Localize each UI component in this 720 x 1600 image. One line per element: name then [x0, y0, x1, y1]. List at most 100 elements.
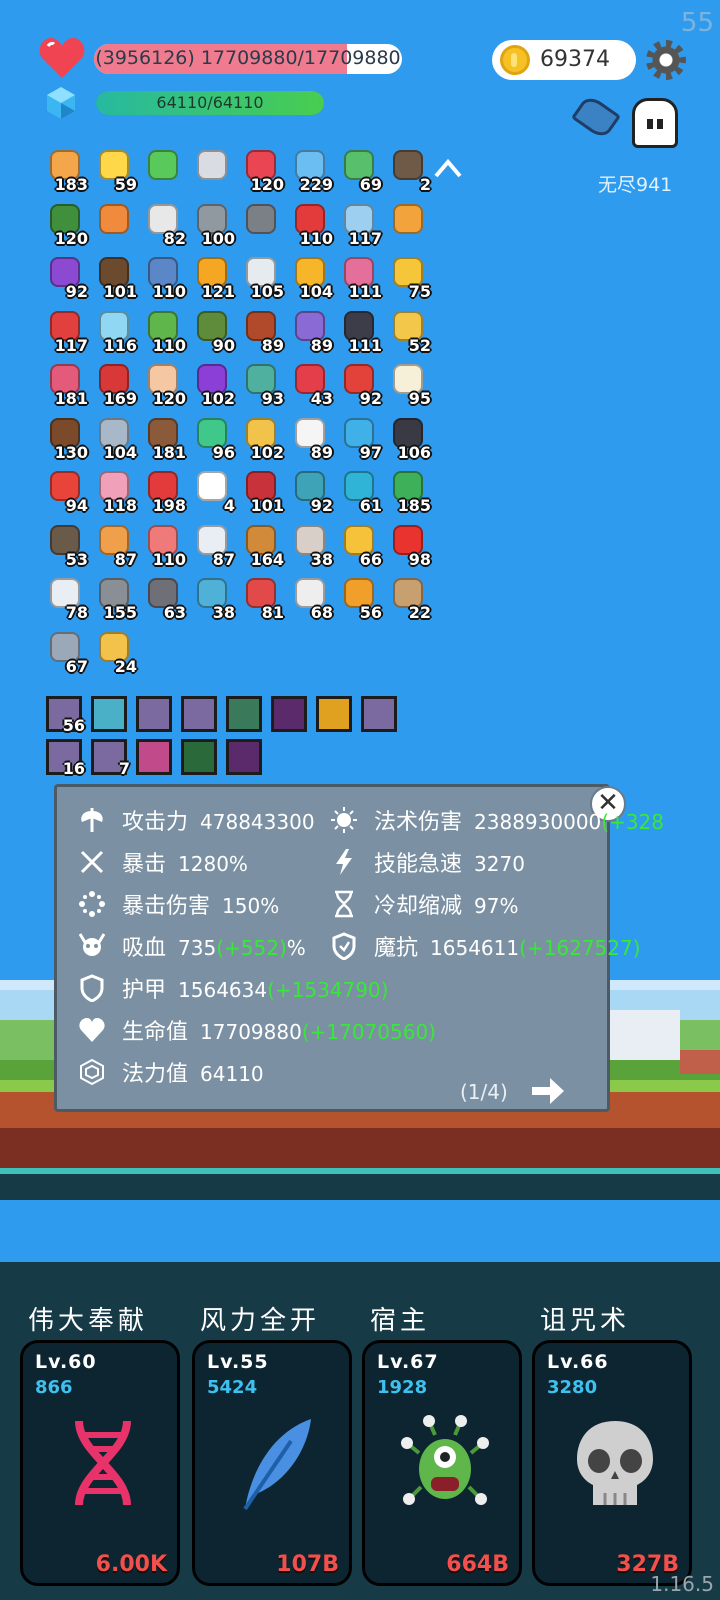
inventory-item[interactable]: 101	[91, 253, 137, 301]
equipment-slot[interactable]	[316, 696, 352, 732]
inventory-item[interactable]: 67	[42, 628, 88, 676]
inventory-item[interactable]: 106	[385, 414, 431, 462]
inventory-item[interactable]: 181	[140, 414, 186, 462]
inventory-item[interactable]: 78	[42, 574, 88, 622]
inventory-item[interactable]: 104	[91, 414, 137, 462]
inventory-item[interactable]: 4	[189, 467, 235, 515]
inventory-item[interactable]: 104	[287, 253, 333, 301]
inventory-item[interactable]: 117	[336, 200, 382, 248]
equipment-slot[interactable]	[226, 696, 262, 732]
inventory-item[interactable]: 52	[385, 307, 431, 355]
equipment-slot[interactable]: 7	[91, 739, 130, 778]
inventory-item[interactable]: 69	[336, 146, 382, 194]
inventory-item[interactable]: 68	[287, 574, 333, 622]
inventory-item[interactable]: 92	[42, 253, 88, 301]
inventory-item[interactable]: 164	[238, 521, 284, 569]
inventory-item[interactable]	[91, 200, 137, 248]
inventory-item[interactable]: 117	[42, 307, 88, 355]
inventory-item[interactable]: 169	[91, 360, 137, 408]
inventory-item[interactable]: 90	[189, 307, 235, 355]
inventory-item[interactable]: 22	[385, 574, 431, 622]
inventory-item[interactable]: 98	[385, 521, 431, 569]
skill-card[interactable]: Lv.67 1928 664B	[362, 1340, 522, 1586]
inventory-item[interactable]: 63	[140, 574, 186, 622]
equipment-slot[interactable]	[181, 739, 217, 775]
inventory-item[interactable]: 66	[336, 521, 382, 569]
equipment-slot[interactable]	[181, 696, 217, 732]
inventory-item[interactable]: 102	[238, 414, 284, 462]
inventory-item[interactable]: 38	[189, 574, 235, 622]
inventory-item[interactable]: 110	[287, 200, 333, 248]
inventory-item[interactable]: 96	[189, 414, 235, 462]
inventory-item[interactable]: 95	[385, 360, 431, 408]
inventory-item[interactable]	[238, 200, 284, 248]
inventory-item[interactable]: 87	[189, 521, 235, 569]
next-page-arrow-icon[interactable]	[530, 1076, 566, 1106]
inventory-item[interactable]: 82	[140, 200, 186, 248]
inventory-item[interactable]: 183	[42, 146, 88, 194]
inventory-item[interactable]: 118	[91, 467, 137, 515]
inventory-item[interactable]: 229	[287, 146, 333, 194]
skill-card[interactable]: Lv.55 5424 107B	[192, 1340, 352, 1586]
inventory-item[interactable]: 111	[336, 253, 382, 301]
inventory-item[interactable]: 97	[336, 414, 382, 462]
inventory-item[interactable]: 87	[91, 521, 137, 569]
chevron-up-icon[interactable]	[432, 156, 464, 180]
inventory-item[interactable]: 43	[287, 360, 333, 408]
inventory-item[interactable]: 116	[91, 307, 137, 355]
inventory-item[interactable]: 89	[287, 414, 333, 462]
skill-upgrade-cost[interactable]: 107B	[276, 1552, 339, 1577]
skill-upgrade-cost[interactable]: 664B	[446, 1552, 509, 1577]
inventory-item[interactable]: 24	[91, 628, 137, 676]
inventory-item[interactable]	[140, 146, 186, 194]
fish-icon[interactable]	[571, 93, 621, 141]
inventory-item[interactable]: 94	[42, 467, 88, 515]
equipment-slot[interactable]	[91, 696, 127, 732]
inventory-item[interactable]: 61	[336, 467, 382, 515]
inventory-item[interactable]: 93	[238, 360, 284, 408]
inventory-item[interactable]: 100	[189, 200, 235, 248]
equipment-slot[interactable]: 16	[46, 739, 85, 778]
inventory-item[interactable]: 101	[238, 467, 284, 515]
equipment-slot[interactable]: 56	[46, 696, 85, 735]
inventory-item[interactable]: 111	[336, 307, 382, 355]
inventory-item[interactable]: 120	[238, 146, 284, 194]
equipment-slot[interactable]	[271, 696, 307, 732]
inventory-item[interactable]: 81	[238, 574, 284, 622]
inventory-item[interactable]: 2	[385, 146, 431, 194]
inventory-item[interactable]: 89	[238, 307, 284, 355]
ghost-icon[interactable]	[632, 98, 678, 148]
inventory-item[interactable]: 53	[42, 521, 88, 569]
inventory-item[interactable]: 38	[287, 521, 333, 569]
inventory-item[interactable]: 110	[140, 521, 186, 569]
inventory-item[interactable]: 56	[336, 574, 382, 622]
equipment-slot[interactable]	[136, 696, 172, 732]
inventory-item[interactable]: 75	[385, 253, 431, 301]
gear-icon[interactable]	[646, 40, 686, 80]
inventory-item[interactable]: 102	[189, 360, 235, 408]
inventory-item[interactable]: 105	[238, 253, 284, 301]
inventory-item[interactable]: 185	[385, 467, 431, 515]
equipment-slot[interactable]	[136, 739, 172, 775]
skill-upgrade-cost[interactable]: 6.00K	[96, 1552, 167, 1577]
inventory-item[interactable]: 92	[336, 360, 382, 408]
skill-card[interactable]: Lv.60 866 6.00K	[20, 1340, 180, 1586]
inventory-item[interactable]: 181	[42, 360, 88, 408]
inventory-item[interactable]: 121	[189, 253, 235, 301]
equipment-slot[interactable]	[361, 696, 397, 732]
inventory-item[interactable]: 59	[91, 146, 137, 194]
inventory-item[interactable]: 198	[140, 467, 186, 515]
equipment-slot[interactable]	[226, 739, 262, 775]
item-count: 110	[152, 282, 186, 301]
inventory-item[interactable]: 155	[91, 574, 137, 622]
inventory-item[interactable]	[385, 200, 431, 248]
inventory-item[interactable]: 92	[287, 467, 333, 515]
skill-card[interactable]: Lv.66 3280 327B	[532, 1340, 692, 1586]
inventory-item[interactable]: 89	[287, 307, 333, 355]
inventory-item[interactable]: 130	[42, 414, 88, 462]
inventory-item[interactable]: 110	[140, 307, 186, 355]
inventory-item[interactable]	[189, 146, 235, 194]
inventory-item[interactable]: 120	[140, 360, 186, 408]
inventory-item[interactable]: 120	[42, 200, 88, 248]
inventory-item[interactable]: 110	[140, 253, 186, 301]
